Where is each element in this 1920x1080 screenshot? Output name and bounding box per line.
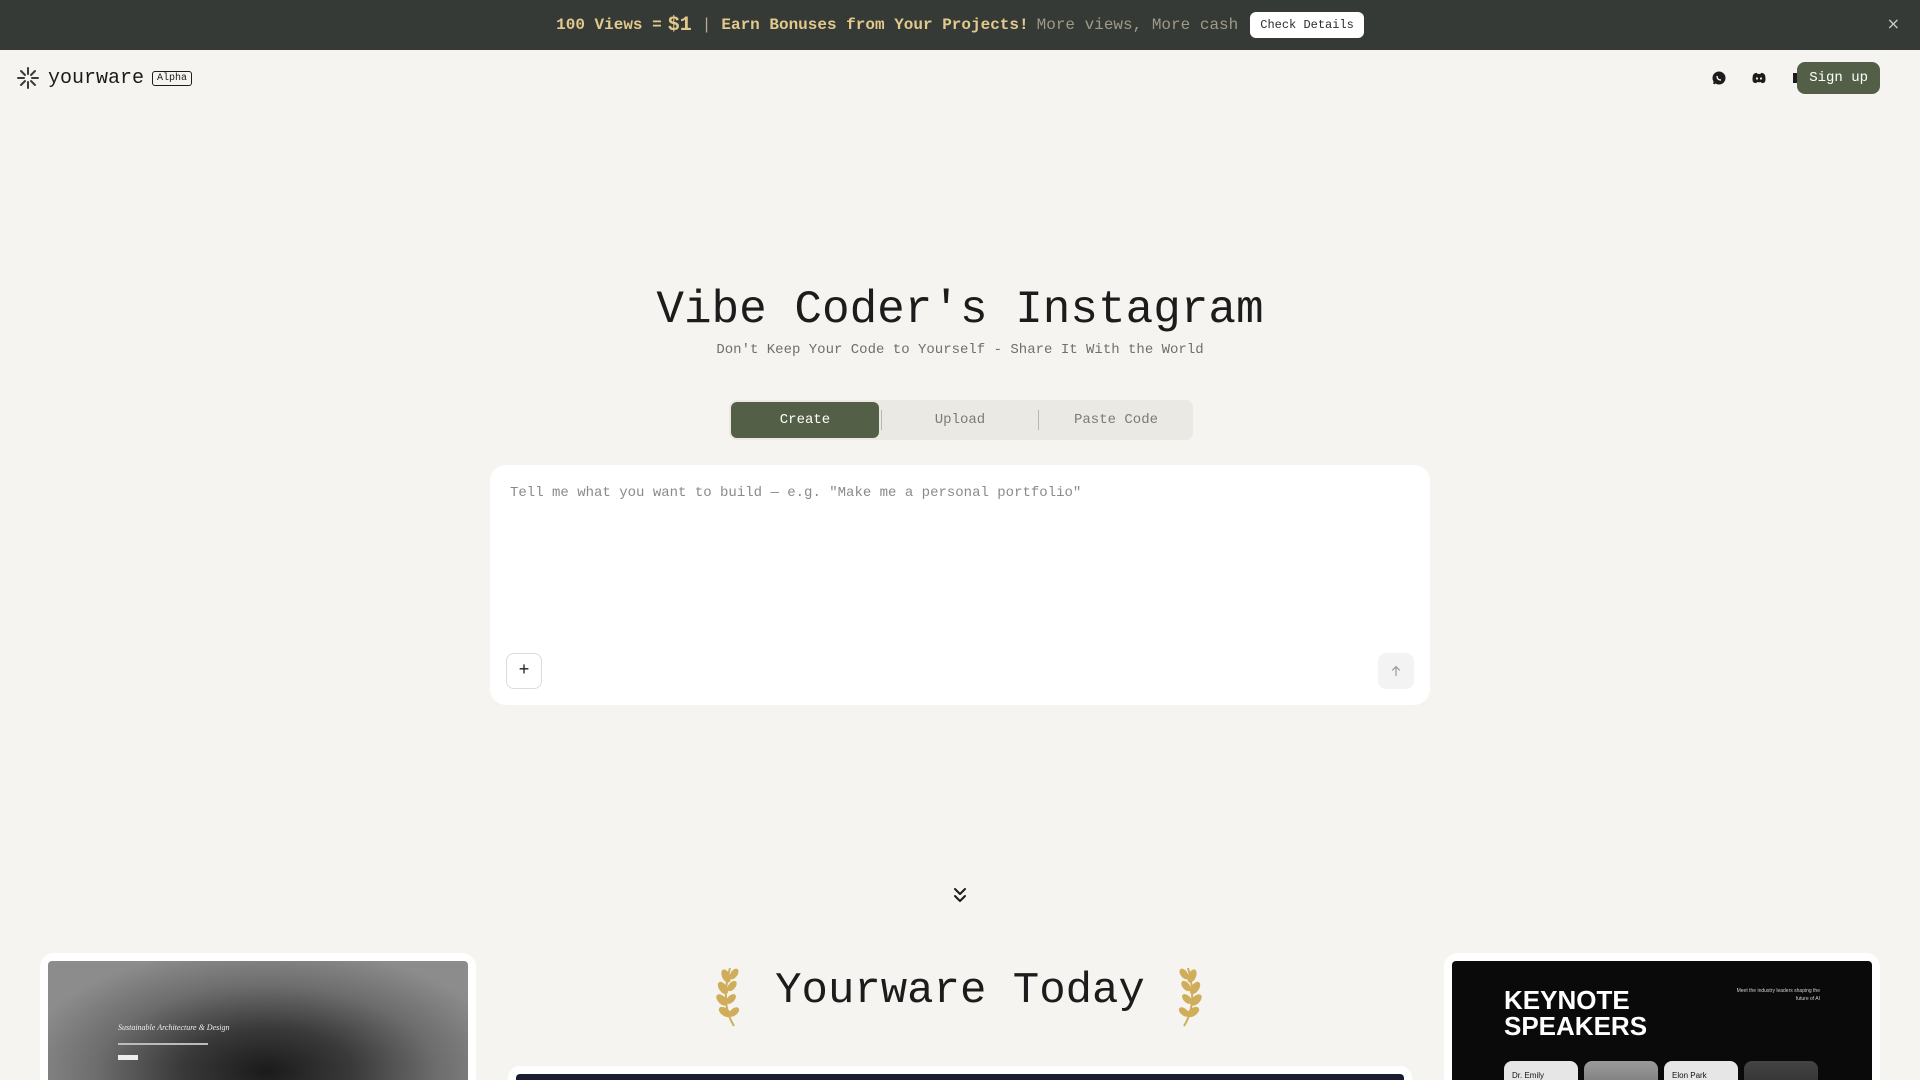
featured-project-card[interactable]: [508, 1066, 1412, 1080]
hero-subtitle: Don't Keep Your Code to Yourself - Share…: [716, 342, 1204, 358]
whatsapp-icon[interactable]: [1699, 66, 1739, 90]
banner-views-text: 100 Views =: [556, 16, 662, 34]
tab-paste-code[interactable]: Paste Code: [1039, 402, 1193, 438]
send-button[interactable]: [1378, 653, 1414, 689]
thumbnail-heading: KEYNOTE SPEAKERS: [1504, 987, 1647, 1039]
featured-thumbnail: [516, 1074, 1404, 1080]
mode-tabs: Create Upload Paste Code: [729, 400, 1193, 440]
add-attachment-button[interactable]: +: [506, 653, 542, 689]
hero-title: Vibe Coder's Instagram: [656, 284, 1264, 336]
speaker-photo: [1744, 1061, 1818, 1080]
logo[interactable]: yourware Alpha: [16, 66, 193, 90]
brand-name: yourware: [48, 66, 145, 90]
thumbnail-button: [118, 1055, 138, 1060]
thumbnail-subtext: Meet the industry leaders shaping the fu…: [1736, 988, 1820, 1002]
sign-up-button[interactable]: Sign up: [1797, 62, 1880, 94]
tab-upload[interactable]: Upload: [882, 402, 1038, 438]
check-details-button[interactable]: Check Details: [1250, 12, 1364, 38]
banner-separator: |: [701, 16, 712, 34]
speaker-chip: Elon Park: [1664, 1061, 1738, 1080]
alpha-badge: Alpha: [152, 70, 193, 86]
project-thumbnail: KEYNOTE SPEAKERS Meet the industry leade…: [1452, 961, 1872, 1080]
heading-line: SPEAKERS: [1504, 1011, 1648, 1041]
arrow-up-icon: [1391, 665, 1401, 676]
scroll-down-icon[interactable]: [952, 886, 968, 904]
prompt-input[interactable]: Tell me what you want to build — e.g. "M…: [490, 465, 1430, 705]
logo-icon: [17, 67, 39, 89]
promo-banner: 100 Views = $1 | Earn Bonuses from Your …: [0, 0, 1920, 50]
discord-icon[interactable]: [1739, 66, 1779, 90]
speaker-chip: Dr. Emily: [1504, 1061, 1578, 1080]
prompt-placeholder: Tell me what you want to build — e.g. "M…: [510, 485, 1082, 501]
banner-dollar: $1: [667, 13, 692, 37]
banner-subtext: More views, More cash: [1036, 16, 1239, 34]
speaker-photo: [1584, 1061, 1658, 1080]
thumbnail-heading: Sustainable Architecture & Design: [118, 1023, 230, 1032]
laurel-right-icon: [1178, 967, 1202, 1027]
tab-create[interactable]: Create: [731, 402, 879, 438]
close-icon[interactable]: ×: [1887, 14, 1900, 33]
thumbnail-line: [118, 1043, 208, 1045]
banner-headline: Earn Bonuses from Your Projects!: [721, 16, 1029, 34]
project-card-right[interactable]: KEYNOTE SPEAKERS Meet the industry leade…: [1444, 953, 1880, 1080]
